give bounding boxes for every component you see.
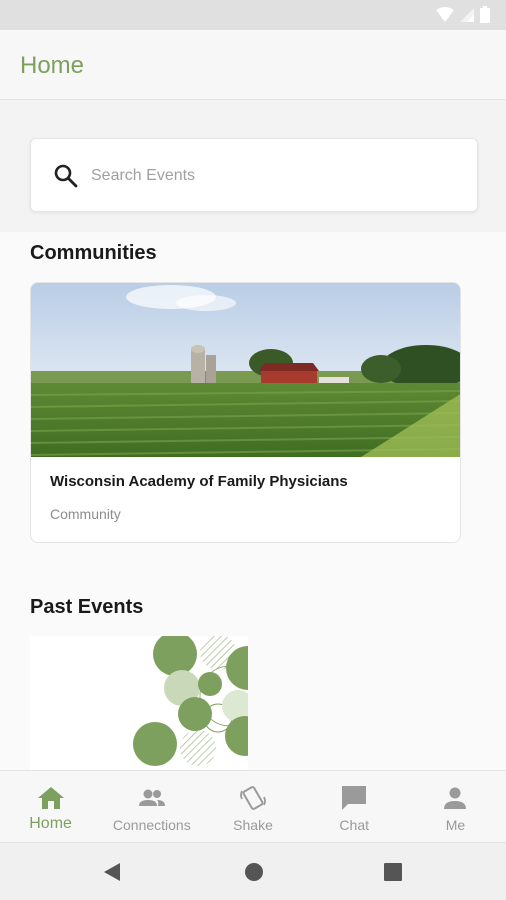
community-type: Community [50,506,121,522]
community-card[interactable]: Wisconsin Academy of Family Physicians C… [30,282,461,543]
nav-label-connections: Connections [112,817,191,833]
shake-phone-icon [240,786,266,810]
status-bar [0,0,506,30]
nav-item-me[interactable]: Me [405,771,506,842]
search-input[interactable] [91,161,451,191]
main-content[interactable]: Communities [0,100,506,770]
people-icon [138,789,165,806]
nav-item-chat[interactable]: Chat [304,771,405,842]
page-title: Home [20,52,85,79]
search-area [0,100,506,232]
community-name: Wisconsin Academy of Family Physicians [50,473,348,490]
search-box[interactable] [30,138,478,212]
battery-icon [480,6,490,23]
event-card[interactable] [30,636,248,770]
nav-item-home[interactable]: Home [0,771,101,842]
app-bar: Home [0,30,506,100]
back-icon[interactable] [100,860,124,884]
wifi-icon [436,6,454,22]
chat-bubble-icon [342,786,367,810]
nav-label-me: Me [445,817,466,833]
nav-label-home: Home [29,815,72,832]
recents-square-icon[interactable] [381,860,405,884]
nav-label-shake: Shake [233,817,273,833]
person-icon [444,787,467,809]
nav-item-connections[interactable]: Connections [101,771,202,842]
search-icon [54,164,78,188]
communities-heading: Communities [30,242,157,264]
community-image [31,283,460,457]
past-events-heading: Past Events [30,596,144,618]
home-icon [37,787,64,809]
bottom-nav: Home Connections Shake Chat Me [0,770,506,842]
event-image [30,636,248,770]
home-circle-icon[interactable] [242,860,266,884]
nav-item-shake[interactable]: Shake [202,771,303,842]
status-icons [436,6,490,23]
nav-label-chat: Chat [339,817,369,833]
system-nav-bar [0,842,506,900]
signal-icon [460,7,474,22]
